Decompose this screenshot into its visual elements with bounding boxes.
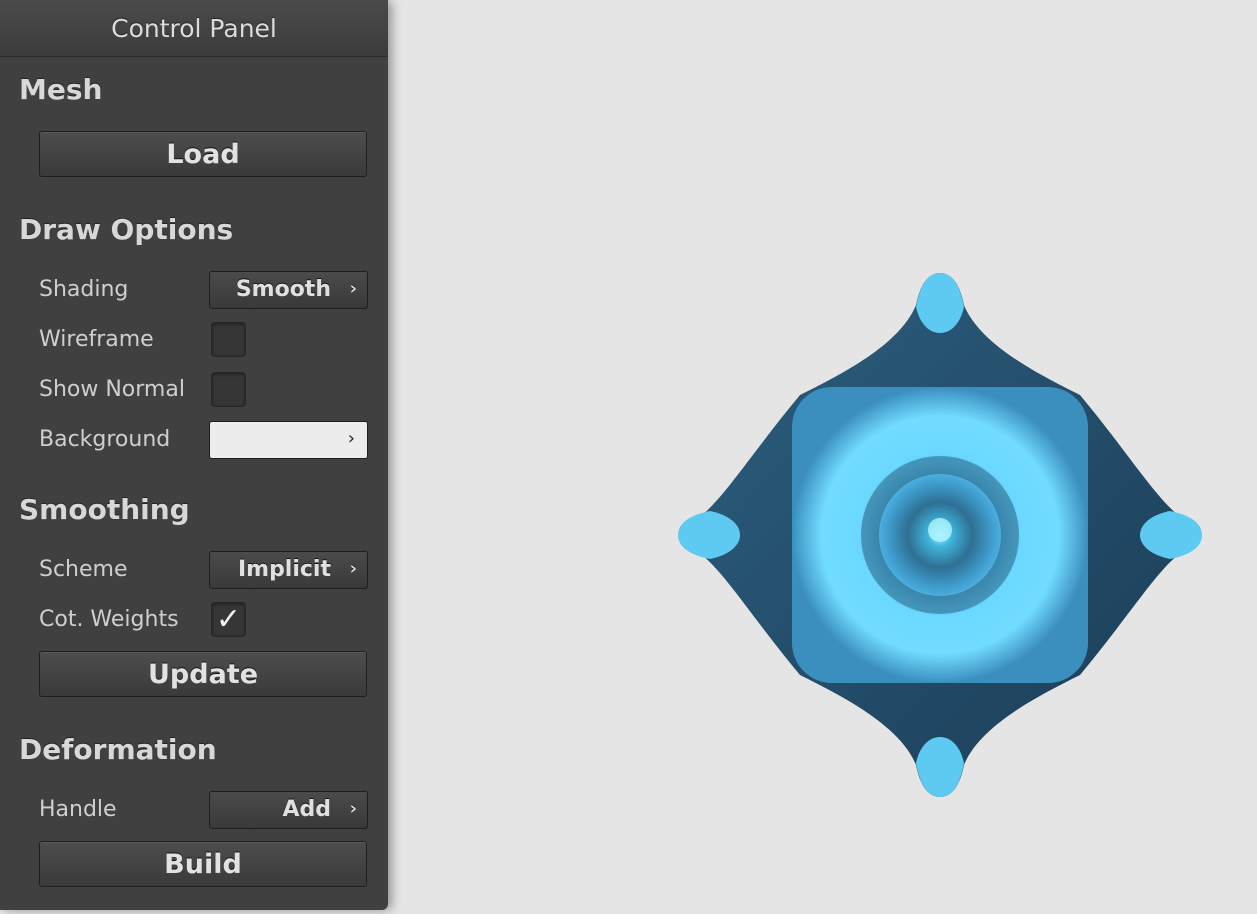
- chevron-right-icon: ›: [349, 278, 357, 299]
- handle-label: Handle: [39, 797, 117, 822]
- shading-value: Smooth: [235, 277, 331, 302]
- cot-weights-label: Cot. Weights: [39, 607, 179, 632]
- show-normal-checkbox[interactable]: [211, 372, 246, 407]
- build-button[interactable]: Build: [39, 841, 367, 887]
- scheme-value: Implicit: [237, 557, 331, 582]
- wireframe-checkbox[interactable]: [211, 322, 246, 357]
- section-title-draw-options: Draw Options: [19, 213, 234, 246]
- cot-weights-checkbox[interactable]: ✓: [211, 602, 246, 637]
- load-button[interactable]: Load: [39, 131, 367, 177]
- control-panel: Control Panel Mesh Load Draw Options Sha…: [0, 0, 388, 910]
- wireframe-label: Wireframe: [39, 327, 154, 352]
- scheme-label: Scheme: [39, 557, 128, 582]
- chevron-right-icon: ›: [347, 428, 355, 449]
- show-normal-label: Show Normal: [39, 377, 185, 402]
- section-title-deformation: Deformation: [19, 733, 217, 766]
- checkmark-icon: ✓: [215, 602, 242, 637]
- chevron-right-icon: ›: [349, 558, 357, 579]
- mesh-render[interactable]: [660, 255, 1220, 815]
- shading-combo[interactable]: Smooth ›: [209, 271, 368, 309]
- chevron-right-icon: ›: [349, 798, 357, 819]
- update-button[interactable]: Update: [39, 651, 367, 697]
- background-label: Background: [39, 427, 171, 452]
- handle-combo[interactable]: Add ›: [209, 791, 368, 829]
- panel-title: Control Panel: [0, 0, 388, 57]
- scheme-combo[interactable]: Implicit ›: [209, 551, 368, 589]
- mesh-center-highlight: [928, 518, 952, 542]
- section-title-mesh: Mesh: [19, 73, 103, 106]
- handle-value: Add: [282, 797, 331, 822]
- background-color-picker[interactable]: ›: [209, 421, 368, 459]
- shading-label: Shading: [39, 277, 129, 302]
- section-title-smoothing: Smoothing: [19, 493, 190, 526]
